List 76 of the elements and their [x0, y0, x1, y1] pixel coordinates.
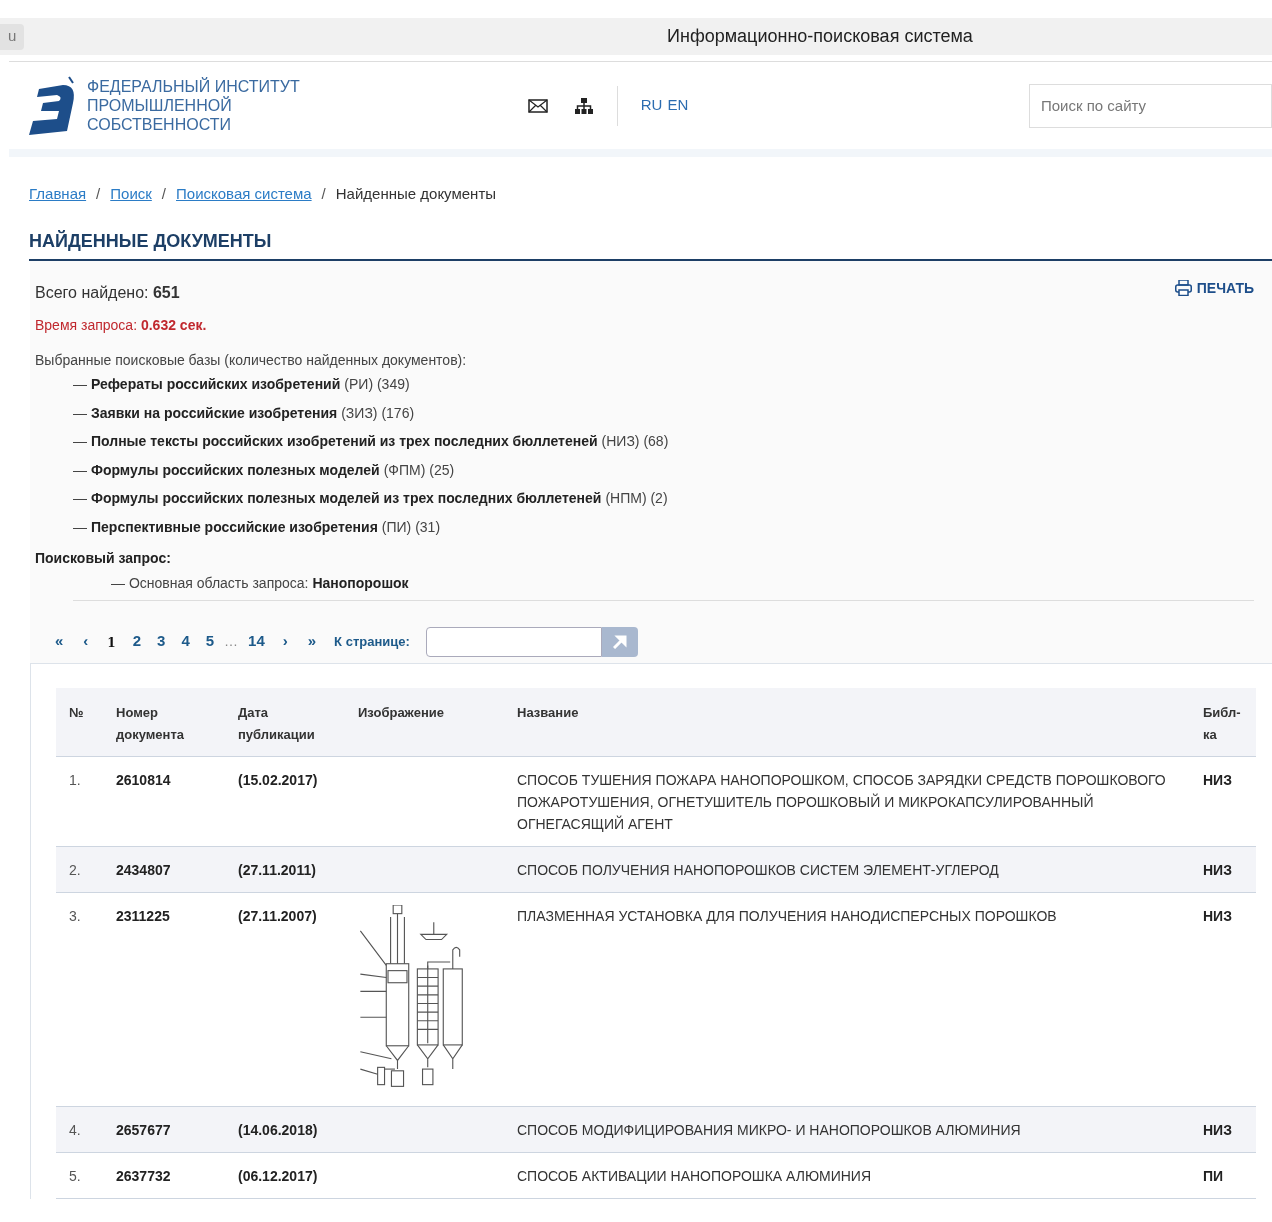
library-code: НИЗ — [1203, 1120, 1233, 1140]
page-number-field[interactable] — [425, 626, 602, 657]
row-number: 4. — [69, 1120, 82, 1140]
document-number[interactable]: 2434807 — [116, 858, 238, 881]
pagination-ellipsis: … — [223, 632, 240, 651]
publication-date: (27.11.2007) — [238, 906, 318, 926]
breadcrumb-link[interactable]: Поиск — [110, 183, 152, 206]
goto-label: К странице: — [334, 632, 410, 651]
document-title[interactable]: СПОСОБ ПОЛУЧЕНИЯ НАНОПОРОШКОВ СИСТЕМ ЭЛЕМЕНТ-УГЛЕРОД — [517, 858, 1203, 881]
publication-date: (15.02.2017) — [238, 770, 319, 790]
column-header: Дата публикации — [238, 703, 316, 744]
mail-icon[interactable] — [527, 98, 548, 113]
row-number: 3. — [69, 906, 82, 926]
document-title[interactable]: ПЛАЗМЕННАЯ УСТАНОВКА ДЛЯ ПОЛУЧЕНИЯ НАНОДИСПЕРСНЫХ ПОРОШКОВ — [517, 904, 1203, 1095]
document-number[interactable]: 2311225 — [116, 904, 238, 1095]
document-number[interactable]: 2637732 — [116, 1164, 238, 1187]
search-base-item: — Перспективные российские изобретения (ПИ) (31) — [73, 517, 442, 537]
page-link[interactable]: 3 — [149, 630, 174, 653]
language-link[interactable]: RU — [640, 94, 663, 117]
breadcrumb-separator: / — [96, 184, 101, 204]
sitemap-icon[interactable] — [574, 97, 593, 114]
search-field[interactable]: Поиск по сайту — [1029, 83, 1272, 128]
pagination-arrow[interactable]: « — [45, 630, 74, 653]
document-title[interactable]: СПОСОБ ТУШЕНИЯ ПОЖАРА НАНОПОРОШКОМ, СПОСОБ ЗАРЯДКИ СРЕДСТВ ПОРОШКОВОГО ПОЖАРОТУШЕНИЯ, ОГНЕТУШИТЕЛЬ ПОРОШКОВЫЙ И МИКРОКАПСУЛИРОВАННЫЙ ОГНЕГАСЯЩИЙ АГЕНТ — [517, 768, 1203, 835]
page-link[interactable]: 4 — [173, 630, 198, 653]
total-count: 651 — [152, 283, 180, 301]
breadcrumb-separator: / — [161, 184, 166, 204]
library-code: НИЗ — [1203, 860, 1233, 880]
time-label: Время запроса: — [35, 316, 138, 333]
query-area-label: — Основная область запроса: — [111, 574, 309, 591]
document-title[interactable]: СПОСОБ МОДИФИЦИРОВАНИЯ МИКРО- И НАНОПОРОШКОВ АЛЮМИНИЯ — [517, 1118, 1203, 1141]
search-base-item: — Рефераты российских изобретений (РИ) (349) — [73, 375, 411, 395]
pagination-arrow[interactable]: » — [297, 630, 327, 653]
breadcrumb-current: Найденные документы — [335, 184, 497, 204]
window-title: Информационно-поисковая система — [667, 25, 973, 48]
breadcrumb-link[interactable]: Главная — [29, 183, 87, 206]
row-number: 2. — [69, 860, 82, 880]
arrow-icon — [612, 634, 627, 649]
document-title[interactable]: СПОСОБ АКТИВАЦИИ НАНОПОРОШКА АЛЮМИНИЯ — [517, 1164, 1203, 1187]
column-header: Название — [517, 703, 580, 722]
column-header: № — [69, 703, 85, 722]
search-base-item: — Заявки на российские изобретения (ЗИЗ) (176) — [73, 403, 416, 423]
library-code: НИЗ — [1203, 770, 1233, 790]
query-label: Поисковый запрос: — [35, 548, 172, 568]
column-header: Изображение — [358, 703, 445, 722]
bases-label: Выбранные поисковые базы (количество найденных документов): — [35, 350, 468, 370]
page-link[interactable]: 5 — [197, 630, 223, 653]
breadcrumb-link[interactable]: Поисковая система — [176, 183, 312, 206]
printer-icon — [1174, 280, 1192, 296]
breadcrumb-separator: / — [321, 184, 326, 204]
column-header: Номер документа — [116, 703, 186, 744]
query-value: Нанопорошок — [312, 574, 409, 591]
pagination-arrow[interactable]: ‹ — [73, 630, 99, 653]
current-page[interactable]: 1 — [98, 631, 125, 652]
column-header: Библ- ка — [1203, 703, 1242, 744]
language-link[interactable]: EN — [667, 94, 689, 117]
pagination-arrow[interactable]: › — [272, 630, 298, 653]
search-base-item: — Формулы российских полезных моделей (ФПМ) (25) — [73, 460, 456, 480]
page-link[interactable]: 14 — [240, 630, 273, 653]
search-base-item: — Формулы российских полезных моделей из трех последних бюллетеней (НПМ) (2) — [73, 489, 669, 509]
library-code: НИЗ — [1203, 906, 1233, 926]
time-value: 0.632 сек. — [140, 316, 207, 333]
publication-date: (06.12.2017) — [238, 1166, 319, 1186]
row-number: 5. — [69, 1166, 82, 1186]
page-link[interactable]: 2 — [124, 630, 150, 653]
total-label: Всего найдено: — [35, 283, 149, 301]
document-number[interactable]: 2657677 — [116, 1118, 238, 1141]
row-number: 1. — [69, 770, 82, 790]
page-heading: НАЙДЕННЫЕ ДОКУМЕНТЫ — [29, 230, 272, 251]
publication-date: (27.11.2011) — [238, 860, 317, 880]
document-number[interactable]: 2610814 — [116, 768, 238, 835]
library-code: ПИ — [1203, 1166, 1225, 1186]
publication-date: (14.06.2018) — [238, 1120, 319, 1140]
logo-text[interactable]: ФЕДЕРАЛЬНЫЙ ИНСТИТУТ ПРОМЫШЛЕННОЙ СОБСТВЕННОСТИ — [87, 77, 300, 134]
search-base-item: — Полные тексты российских изобретений из трех последних бюллетеней (НИЗ) (68) — [73, 432, 670, 452]
print-button[interactable]: ПЕЧАТЬ — [1174, 277, 1254, 299]
